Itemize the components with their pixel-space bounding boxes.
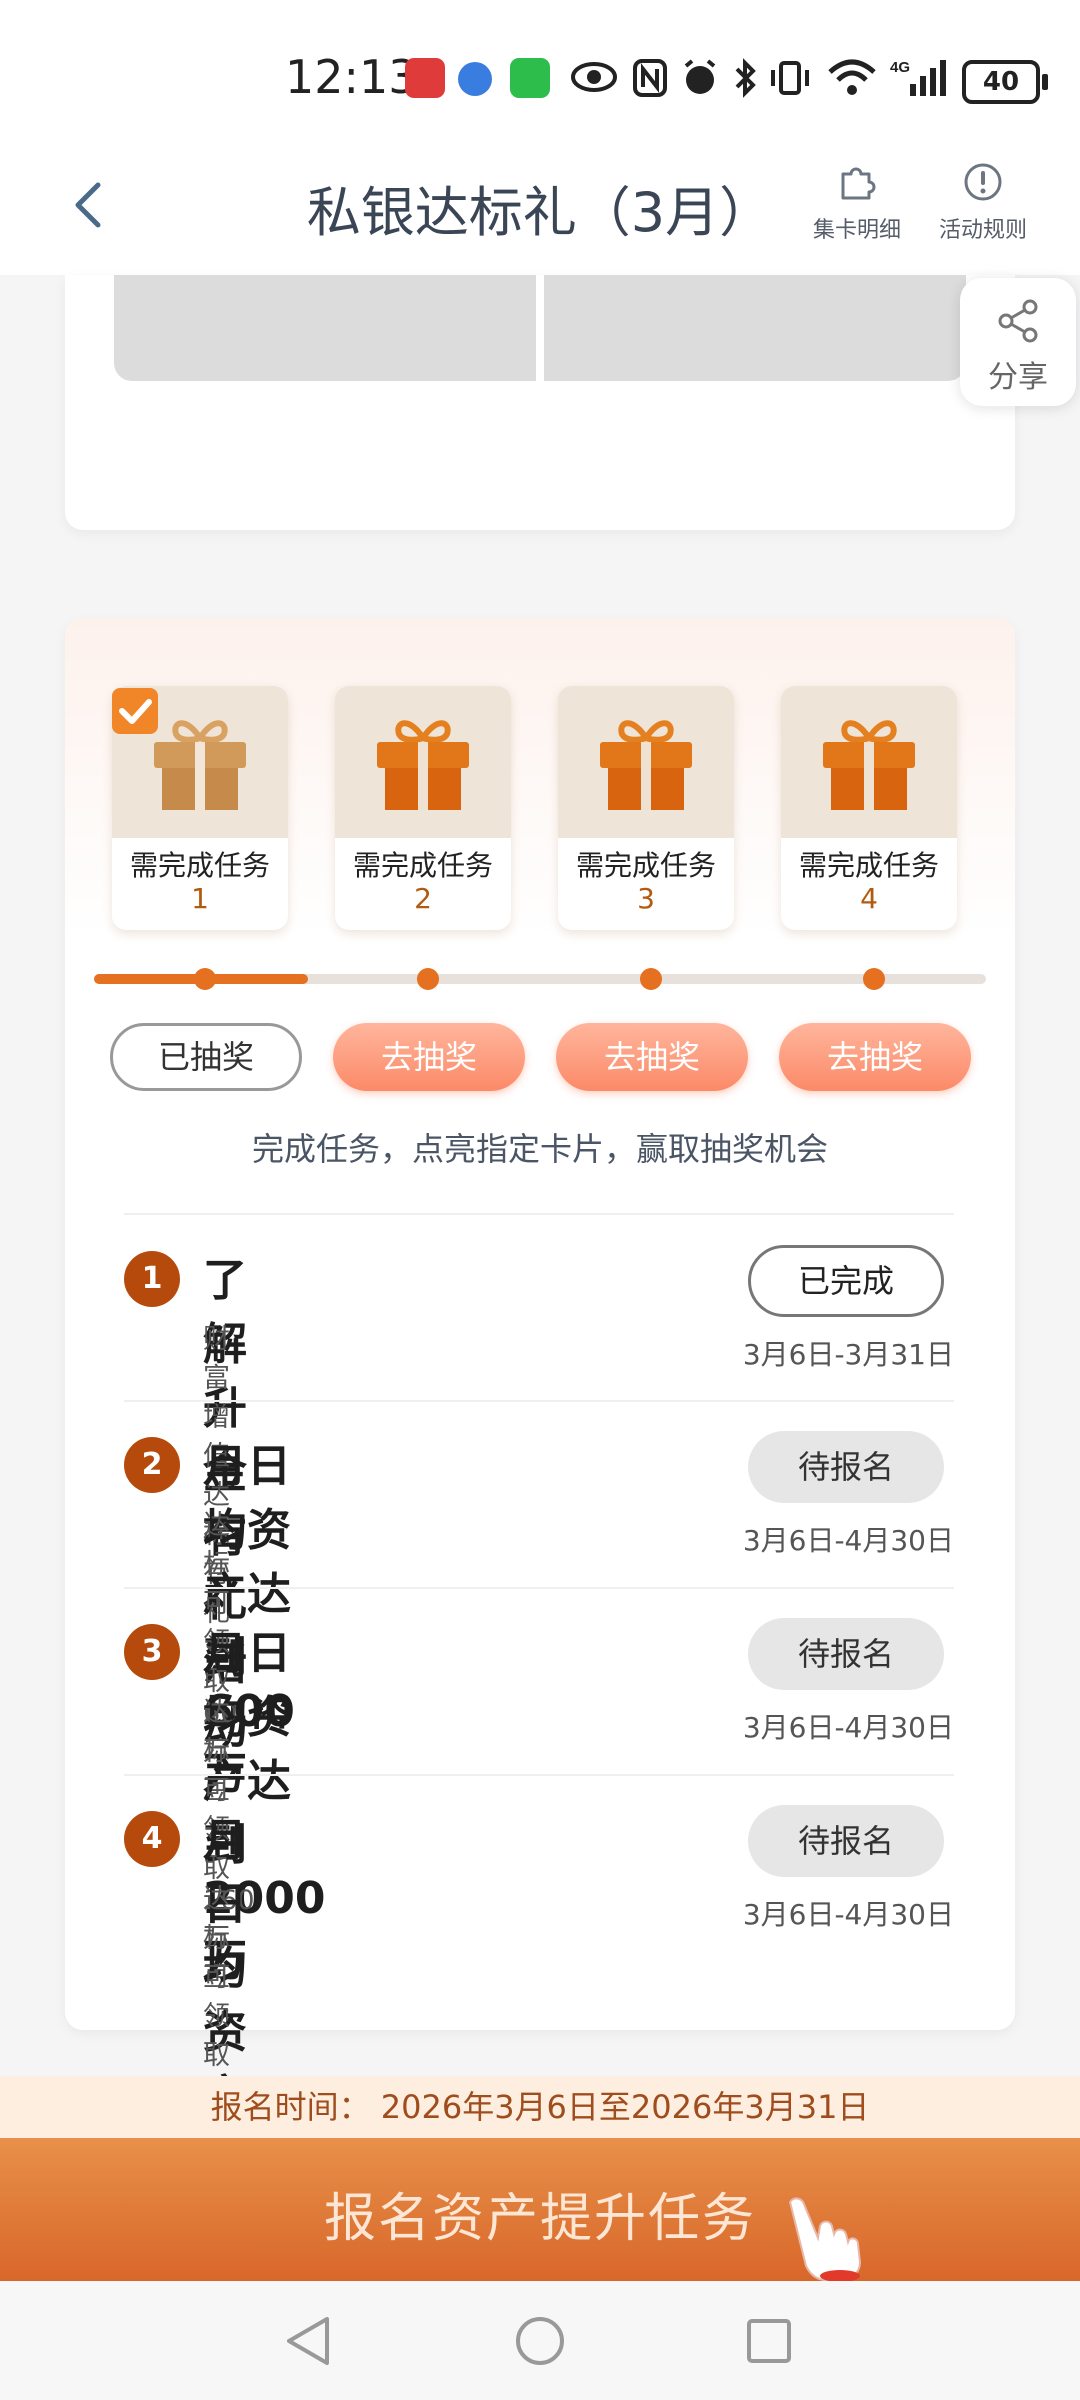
gift-requirement-count: 2 (414, 882, 432, 915)
registration-period: 报名时间： 2026年3月6日至2026年3月31日 (0, 2076, 1080, 2138)
gift-requirement-count: 4 (860, 882, 878, 915)
gift-requirement-label: 需完成任务 (798, 849, 939, 882)
browser-app-icon (458, 62, 492, 96)
eye-icon (571, 62, 617, 92)
signal-icon: 4G (890, 59, 946, 96)
task-register-button[interactable]: 待报名 (748, 1618, 944, 1690)
gift-requirement-label: 需完成任务 (575, 849, 716, 882)
gift-card-4[interactable]: 需完成任务 4 (781, 686, 957, 930)
progress-node-1 (194, 968, 216, 990)
progress-node-3 (640, 968, 662, 990)
draw-button-2[interactable]: 去抽奖 (333, 1023, 525, 1091)
banner-image-left[interactable] (114, 275, 536, 381)
gift-requirement-label: 需完成任务 (352, 849, 493, 882)
gift-card-2[interactable]: 需完成任务 2 (335, 686, 511, 930)
draw-button-3[interactable]: 去抽奖 (556, 1023, 748, 1091)
task-register-button[interactable]: 待报名 (748, 1431, 944, 1503)
nav-back-icon[interactable] (283, 2314, 333, 2368)
task-date: 3月6日-4月30日 (742, 1524, 954, 1557)
task-completed-button[interactable]: 已完成 (748, 1245, 944, 1317)
info-icon (964, 163, 1002, 201)
wifi-icon (828, 59, 876, 95)
registration-label: 报名时间： (210, 2088, 371, 2126)
bluetooth-icon (735, 58, 756, 98)
huawei-app-icon (405, 58, 445, 98)
task-number: 4 (124, 1811, 180, 1867)
task-date: 3月6日-3月31日 (742, 1338, 954, 1371)
draw-button-4[interactable]: 去抽奖 (779, 1023, 971, 1091)
nav-home-icon[interactable] (514, 2315, 566, 2367)
divider (124, 1587, 954, 1589)
activity-rules-label: 活动规则 (938, 218, 1027, 243)
vibrate-icon (771, 61, 809, 95)
network-label: 4G (890, 59, 910, 76)
wechat-app-icon (510, 58, 550, 98)
progress-node-2 (417, 968, 439, 990)
divider (124, 1400, 954, 1402)
banner-image-right[interactable] (544, 275, 966, 381)
puzzle-icon (841, 167, 876, 200)
share-icon (998, 299, 1038, 343)
divider (124, 1213, 954, 1215)
divider (124, 1774, 954, 1776)
checkmark-icon (112, 688, 158, 734)
nfc-icon (633, 59, 667, 97)
registration-dates: 2026年3月6日至2026年3月31日 (380, 2088, 870, 2126)
alarm-icon (684, 59, 716, 94)
gift-requirement-count: 3 (637, 882, 655, 915)
gift-box-icon (154, 720, 246, 810)
register-task-label: 报名资产提升任务 (323, 2189, 756, 2249)
card-details-label: 集卡明细 (812, 218, 901, 243)
activity-rules-button[interactable]: 活动规则 (918, 160, 1048, 244)
nav-recents-icon[interactable] (745, 2317, 793, 2365)
task-number: 2 (124, 1437, 180, 1493)
gift-requirement-count: 1 (191, 882, 209, 915)
share-label: 分享 (988, 360, 1048, 395)
task-register-button[interactable]: 待报名 (748, 1805, 944, 1877)
status-time: 12:13 (285, 50, 418, 104)
gift-box-icon (377, 720, 469, 810)
pointing-hand-icon (788, 2197, 862, 2282)
task-date: 3月6日-4月30日 (742, 1898, 954, 1931)
task-date: 3月6日-4月30日 (742, 1711, 954, 1744)
progress-node-4 (863, 968, 885, 990)
gift-requirement-label: 需完成任务 (129, 849, 270, 882)
task-number: 3 (124, 1624, 180, 1680)
gift-box-icon (823, 720, 915, 810)
gift-box-icon (600, 720, 692, 810)
status-bar: 12:13 4G 40 (0, 0, 1080, 150)
system-nav-bar (0, 2281, 1080, 2400)
drawn-button-1[interactable]: 已抽奖 (110, 1023, 302, 1091)
gift-card-3[interactable]: 需完成任务 3 (558, 686, 734, 930)
share-button[interactable]: 分享 (960, 278, 1076, 406)
task-hint: 完成任务，点亮指定卡片，赢取抽奖机会 (251, 1130, 828, 1168)
task-number: 1 (124, 1251, 180, 1307)
battery-indicator: 40 (962, 60, 1048, 104)
card-details-button[interactable]: 集卡明细 (792, 160, 922, 244)
